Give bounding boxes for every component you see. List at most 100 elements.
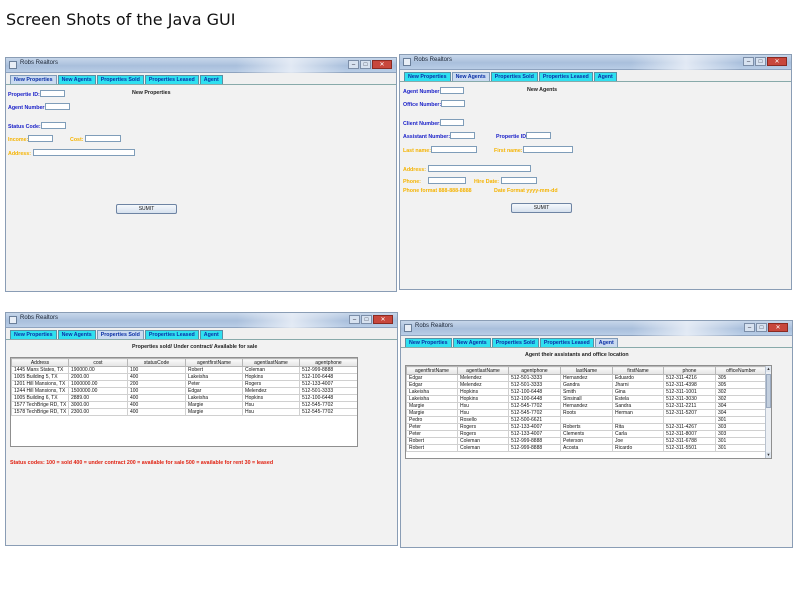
tab-new-properties[interactable]: New Properties — [10, 330, 57, 339]
column-header[interactable]: agentlastName — [457, 366, 509, 375]
title-bar[interactable]: Robs Realtors – □ ✕ — [401, 321, 792, 336]
table-row[interactable]: Edgar Melendez 512-501-3333 Gandra Jharni 512… — [406, 381, 767, 389]
last-name-input[interactable] — [431, 146, 477, 153]
tab-properties-sold[interactable]: Properties Sold — [491, 338, 539, 347]
cost-input[interactable] — [85, 135, 121, 142]
close-icon[interactable]: ✕ — [372, 60, 392, 69]
tab-new-agents[interactable]: New Agents — [451, 72, 490, 81]
table-cell: 512-311-6788 — [663, 437, 716, 445]
table-row[interactable]: 1577 TechBrige RD, TX 3000.00 400 Margie Hsu… — [11, 401, 357, 409]
column-header[interactable]: agentfirstName — [185, 358, 243, 367]
table-cell: 400 — [127, 408, 186, 416]
title-bar[interactable]: Robs Realtors – □ ✕ — [6, 313, 397, 328]
table-cell: 302 — [715, 395, 767, 403]
column-header[interactable]: agentphone — [299, 358, 357, 367]
table-row[interactable]: Robert Coleman 512-999-8888 Acosta Ricardo 51… — [406, 444, 767, 452]
submit-button[interactable]: SUMIT — [511, 203, 572, 213]
tab-new-agents[interactable]: New Agents — [57, 330, 96, 339]
table-row[interactable]: 1201 Hill Mansions, TX 1000000.00 200 Peter… — [11, 380, 357, 388]
column-header[interactable]: statusCode — [127, 358, 186, 367]
hire-date-input[interactable] — [501, 177, 537, 184]
maximize-icon[interactable]: □ — [755, 57, 766, 66]
table-row[interactable]: 1244 Hill Mansions, TX 1500000.00 100 Edgar… — [11, 387, 357, 395]
scroll-down-icon[interactable]: ▼ — [766, 452, 771, 458]
close-icon[interactable]: ✕ — [767, 57, 787, 66]
maximize-icon[interactable]: □ — [756, 323, 767, 332]
maximize-icon[interactable]: □ — [360, 60, 371, 69]
minimize-icon[interactable]: – — [744, 323, 755, 332]
column-header[interactable]: agentlastName — [242, 358, 300, 367]
tab-new-properties[interactable]: New Properties — [10, 75, 57, 84]
tab-properties-leased[interactable]: Properties Leased — [144, 330, 199, 339]
minimize-icon[interactable]: – — [348, 60, 359, 69]
table-cell: 512-311-2211 — [663, 402, 716, 410]
close-icon[interactable]: ✕ — [373, 315, 393, 324]
tab-agent[interactable]: Agent — [199, 75, 223, 84]
tab-properties-leased[interactable]: Properties Leased — [538, 72, 593, 81]
table-row[interactable]: Pedro Rosello 512-500-6621 301 — [406, 416, 767, 424]
table-row[interactable]: Lakeisha Hopkins 512-100-6448 Sinsinall Este… — [406, 395, 767, 403]
phone-input[interactable] — [428, 177, 466, 184]
table-row[interactable]: 1445 Mans States, TX 190000.00 100 Robert Co… — [11, 366, 357, 374]
agent-number-input[interactable] — [440, 87, 464, 94]
minimize-icon[interactable]: – — [349, 315, 360, 324]
column-header[interactable]: Address — [11, 358, 69, 367]
table-cell: Acosta — [560, 444, 613, 452]
status-code-input[interactable] — [41, 122, 66, 129]
table-row[interactable]: 1005 Building 6, TX 2889.00 400 Lakeisha Hop… — [11, 394, 357, 402]
agent-table[interactable]: agentfirstName agentlastName agentphone las… — [405, 365, 772, 459]
title-bar[interactable]: Robs Realtors – □ ✕ — [400, 55, 791, 70]
table-row[interactable]: Margie Hsu 512-545-7702 Hernandez Sandra 512-… — [406, 402, 767, 410]
table-row[interactable]: Edgar Melendez 512-501-3333 Hernandez Eduard… — [406, 374, 767, 382]
table-row[interactable]: 1005 Building 5, TX 2000.00 400 Lakeisha Hop… — [11, 373, 357, 381]
propertie-id-input[interactable] — [526, 132, 551, 139]
address-input[interactable] — [428, 165, 531, 172]
table-cell: Hopkins — [242, 373, 300, 381]
table-row[interactable]: Robert Coleman 512-999-8888 Peterson Joe 512-… — [406, 437, 767, 445]
tab-agent[interactable]: Agent — [199, 330, 223, 339]
table-row[interactable]: Peter Rogers 512-133-4007 Roberts Rita 512-31… — [406, 423, 767, 431]
table-row[interactable]: Peter Rogers 512-133-4007 Clements Carla 512-… — [406, 430, 767, 438]
tab-properties-leased[interactable]: Properties Leased — [539, 338, 594, 347]
submit-button[interactable]: SUMIT — [116, 204, 177, 214]
tab-properties-sold[interactable]: Properties Sold — [96, 75, 144, 84]
tab-properties-sold[interactable]: Properties Sold — [490, 72, 538, 81]
vertical-scrollbar[interactable]: ▲ ▼ — [765, 366, 771, 458]
tab-new-properties[interactable]: New Properties — [404, 72, 451, 81]
table-row[interactable]: Margie Hsu 512-545-7702 Roots Herman 512-311-… — [406, 409, 767, 417]
agent-number-input[interactable] — [45, 103, 70, 110]
address-input[interactable] — [33, 149, 135, 156]
tab-properties-leased[interactable]: Properties Leased — [144, 75, 199, 84]
column-header[interactable]: cost — [68, 358, 128, 367]
scroll-thumb[interactable] — [766, 374, 771, 408]
table-cell: Peter — [406, 423, 458, 431]
assistant-number-input[interactable] — [450, 132, 475, 139]
office-number-input[interactable] — [441, 100, 465, 107]
title-bar[interactable]: Robs Realtors – □ ✕ — [6, 58, 396, 73]
column-header[interactable]: agentphone — [508, 366, 561, 375]
table-row[interactable]: 1578 TechBrige RD, TX 2300.00 400 Margie Hsu… — [11, 408, 357, 416]
properties-table[interactable]: Address cost statusCode agentfirstName agent… — [10, 357, 358, 447]
maximize-icon[interactable]: □ — [361, 315, 372, 324]
tab-agent[interactable]: Agent — [593, 72, 617, 81]
table-cell: Melendez — [457, 381, 509, 389]
column-header[interactable]: agentfirstName — [406, 366, 458, 375]
table-row[interactable]: Lakeisha Hopkins 512-100-6448 Smith Gina 512-… — [406, 388, 767, 396]
scroll-up-icon[interactable]: ▲ — [766, 366, 771, 372]
tab-new-agents[interactable]: New Agents — [452, 338, 491, 347]
tab-agent[interactable]: Agent — [594, 338, 618, 347]
tab-new-properties[interactable]: New Properties — [405, 338, 452, 347]
cost-label: Cost: — [70, 137, 84, 143]
income-input[interactable] — [28, 135, 53, 142]
column-header[interactable]: officeNumber — [715, 366, 767, 375]
client-number-input[interactable] — [440, 119, 464, 126]
tab-properties-sold[interactable]: Properties Sold — [96, 330, 144, 339]
column-header[interactable]: firstName — [612, 366, 664, 375]
close-icon[interactable]: ✕ — [768, 323, 788, 332]
first-name-input[interactable] — [523, 146, 573, 153]
minimize-icon[interactable]: – — [743, 57, 754, 66]
propertie-id-input[interactable] — [40, 90, 65, 97]
column-header[interactable]: phone — [663, 366, 716, 375]
column-header[interactable]: lastName — [560, 366, 613, 375]
tab-new-agents[interactable]: New Agents — [57, 75, 96, 84]
